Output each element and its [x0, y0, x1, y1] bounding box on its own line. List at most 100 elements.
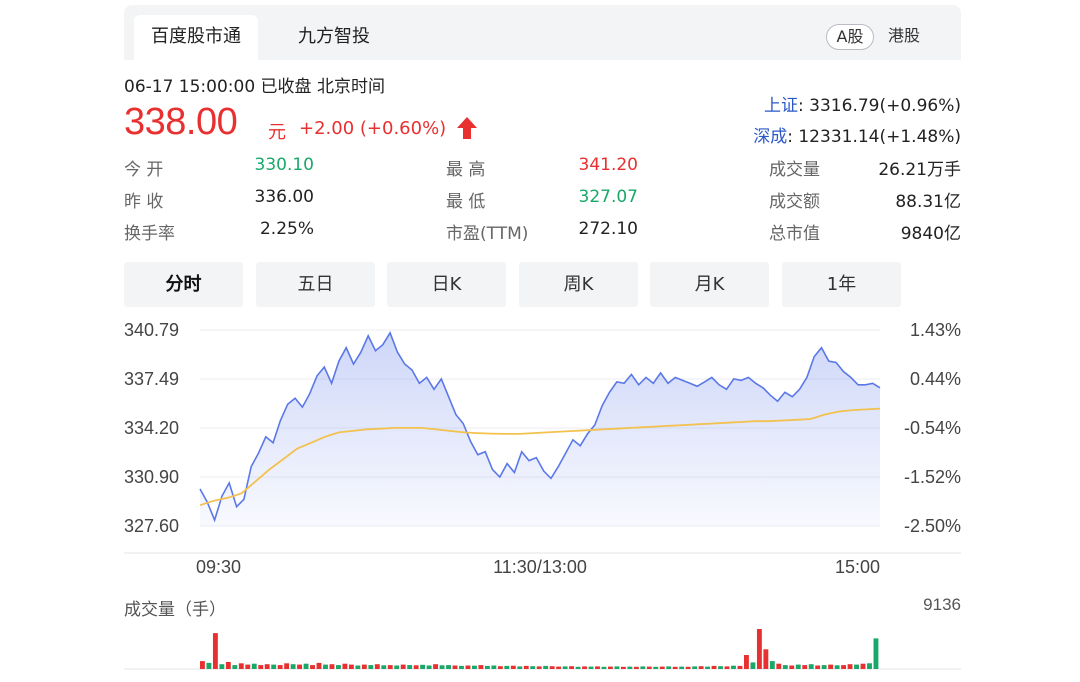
volume-bar [271, 664, 277, 669]
volume-bar [588, 666, 594, 669]
volume-bar [200, 661, 205, 669]
time-tick-label: 09:30 [196, 557, 241, 577]
volume-bar [854, 664, 859, 669]
volume-bar [828, 664, 834, 669]
volume-bar [348, 664, 354, 669]
volume-bar [361, 664, 367, 669]
volume-bar [711, 665, 717, 669]
volume-bar [763, 649, 769, 669]
price-tick-label: 337.49 [124, 369, 179, 389]
volume-bar [232, 665, 238, 669]
volume-bar [620, 666, 626, 669]
volume-bar [510, 665, 516, 669]
volume-bar [867, 663, 872, 669]
intraday-chart[interactable]: 340.79 337.49 334.20 330.90 327.60 1.43% 0.44… [124, 5, 961, 682]
volume-bar [206, 662, 212, 669]
volume-bar [484, 665, 490, 669]
volume-bar [562, 666, 568, 669]
volume-bar [342, 663, 348, 669]
volume-bar [731, 665, 736, 669]
volume-bar [841, 665, 847, 669]
volume-bar [789, 665, 795, 669]
volume-bar [517, 666, 523, 669]
percent-tick-label: 1.43% [910, 320, 961, 340]
volume-bar [737, 665, 743, 669]
volume-bar [705, 666, 711, 669]
volume-max-label: 9136 [923, 595, 961, 614]
volume-bar [336, 665, 341, 669]
time-tick-label: 11:30/13:00 [493, 557, 587, 577]
volume-bar [472, 665, 477, 669]
stock-quote-panel: 百度股市通 九方智投 A股 港股 06-17 15:00:00 已收盘 北京时间… [124, 5, 961, 682]
volume-bar [459, 665, 464, 669]
volume-bar [549, 666, 555, 669]
volume-bar [608, 666, 613, 669]
volume-bar [692, 666, 698, 669]
volume-bar [284, 663, 290, 669]
volume-bar [679, 666, 685, 669]
volume-bar [497, 666, 503, 669]
volume-bar [536, 666, 542, 669]
volume-bar [744, 655, 749, 669]
price-tick-label: 327.60 [124, 516, 179, 536]
volume-bar [556, 666, 562, 669]
price-tick-label: 334.20 [124, 418, 179, 438]
volume-bar [439, 665, 445, 669]
volume-bar [264, 664, 270, 669]
volume-bar [782, 665, 788, 669]
volume-bar [523, 665, 529, 669]
volume-bar [504, 665, 510, 669]
volume-bar [251, 663, 257, 669]
volume-bar [374, 664, 380, 669]
volume-bar [633, 666, 639, 669]
volume-bar [756, 629, 762, 669]
price-area [200, 332, 880, 526]
volume-bar [646, 666, 652, 669]
volume-bar [381, 665, 387, 669]
volume-bar [245, 664, 251, 669]
volume-bar [666, 666, 672, 669]
volume-bar [672, 666, 678, 669]
volume-bar [212, 633, 218, 669]
volume-bar [452, 665, 458, 669]
volume-bar [595, 666, 600, 669]
volume-bar [238, 663, 244, 669]
volume-bar [685, 666, 691, 669]
percent-tick-label: -2.50% [904, 516, 961, 536]
volume-bar [407, 665, 413, 669]
price-tick-label: 330.90 [124, 467, 179, 487]
volume-bar [400, 664, 406, 669]
volume-bar [718, 666, 723, 669]
volume-bar [530, 666, 536, 669]
percent-axis: 1.43% 0.44% -0.54% -1.52% -2.50% [904, 320, 961, 536]
volume-bar [387, 665, 393, 669]
volume-bar [769, 661, 775, 669]
volume-bar [808, 664, 814, 669]
volume-bar [433, 664, 439, 669]
volume-bar [776, 663, 782, 669]
volume-bar [750, 662, 756, 669]
volume-bar [310, 665, 315, 669]
price-axis: 340.79 337.49 334.20 330.90 327.60 [124, 320, 179, 536]
volume-bar [219, 664, 225, 669]
volume-bar [368, 665, 374, 669]
volume-bar [582, 666, 587, 669]
price-tick-label: 340.79 [124, 320, 179, 340]
volume-bar [575, 666, 581, 669]
volume-bars [200, 629, 879, 669]
volume-bar [653, 666, 659, 669]
volume-bar [698, 666, 704, 669]
volume-bar [860, 663, 866, 669]
volume-bar [290, 664, 296, 669]
volume-bar [297, 664, 303, 669]
volume-bar [640, 666, 646, 669]
volume-bar [258, 665, 264, 669]
volume-bar [847, 664, 853, 669]
volume-bar [323, 664, 328, 669]
percent-tick-label: -0.54% [904, 418, 961, 438]
volume-bar [659, 666, 665, 669]
volume-bar [413, 665, 419, 669]
volume-bar [834, 665, 840, 669]
time-axis: 09:30 11:30/13:00 15:00 [196, 557, 880, 577]
percent-tick-label: 0.44% [910, 369, 961, 389]
